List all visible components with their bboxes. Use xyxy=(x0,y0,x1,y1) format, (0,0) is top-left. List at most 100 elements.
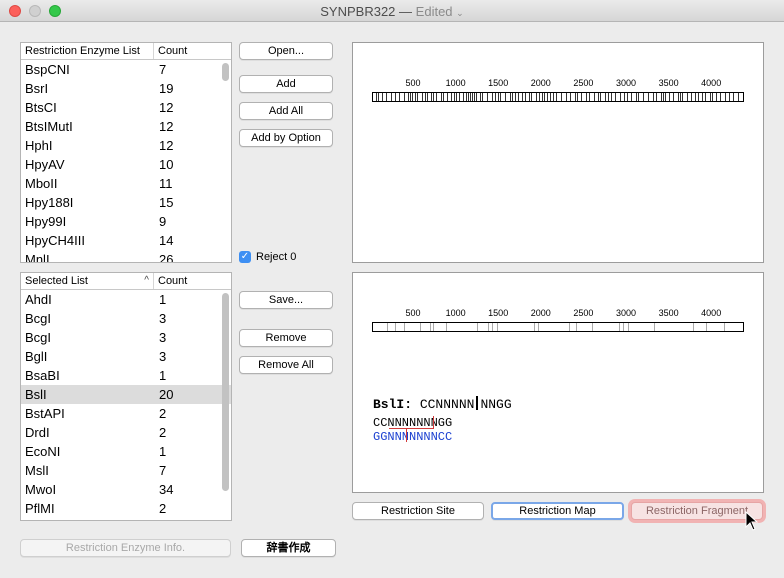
site-marker xyxy=(648,93,649,101)
add-button[interactable]: Add xyxy=(239,75,333,93)
ruler-tick-label: 1000 xyxy=(445,308,466,318)
enzyme-name-cell: BcgI xyxy=(25,311,52,326)
open-button[interactable]: Open... xyxy=(239,42,333,60)
site-marker xyxy=(518,93,519,101)
add-all-button[interactable]: Add All xyxy=(239,102,333,120)
enzyme-name-cell: PflMI xyxy=(25,501,55,516)
table-row[interactable]: DrdI 2 xyxy=(21,423,231,442)
table-row[interactable]: BslI 20 xyxy=(21,385,231,404)
enzyme-name-cell: BsrI xyxy=(25,81,49,96)
table-row[interactable]: BcgI 3 xyxy=(21,328,231,347)
cut-line-top xyxy=(389,428,433,429)
count-cell: 12 xyxy=(159,138,174,153)
site-marker xyxy=(566,93,567,101)
table-row[interactable]: HphI 12 xyxy=(21,136,231,155)
enzyme-name-cell: MboII xyxy=(25,176,58,191)
site-marker xyxy=(615,93,616,101)
enzyme-info-button[interactable]: Restriction Enzyme Info. xyxy=(20,539,231,557)
table-row[interactable]: EcoNI 1 xyxy=(21,442,231,461)
remove-all-button[interactable]: Remove All xyxy=(239,356,333,374)
site-marker xyxy=(611,93,612,101)
site-marker xyxy=(712,93,713,101)
site-marker xyxy=(412,93,413,101)
reject-checkbox[interactable]: ✓ Reject 0 xyxy=(239,251,296,263)
scrollbar-thumb[interactable] xyxy=(222,293,229,491)
ruler-tick-label: 3000 xyxy=(615,78,637,88)
table-row[interactable]: BstAPI 2 xyxy=(21,404,231,423)
table-row[interactable]: BcgI 3 xyxy=(21,309,231,328)
table-header: Restriction Enzyme List Count xyxy=(21,43,231,60)
save-button[interactable]: Save... xyxy=(239,291,333,309)
site-marker xyxy=(382,93,383,101)
restriction-enzyme-table[interactable]: Restriction Enzyme List Count BspCNI 7 Bsr… xyxy=(20,42,232,263)
restriction-map-button[interactable]: Restriction Map xyxy=(491,502,624,520)
pattern-left: CCNNNNN xyxy=(419,397,475,412)
title-bar: SYNPBR322 — Edited ⌄ xyxy=(0,0,784,22)
pattern-right: NNGG xyxy=(480,397,512,412)
window-title[interactable]: SYNPBR322 — Edited ⌄ xyxy=(0,4,784,19)
site-marker xyxy=(391,93,392,101)
table-row[interactable]: BsrI 19 xyxy=(21,79,231,98)
site-marker xyxy=(512,93,513,101)
table-row[interactable]: BglI 3 xyxy=(21,347,231,366)
site-marker xyxy=(654,323,655,331)
remove-button[interactable]: Remove xyxy=(239,329,333,347)
site-marker xyxy=(376,93,377,101)
site-marker xyxy=(477,323,478,331)
site-marker xyxy=(456,93,457,101)
column-header-count[interactable]: Count xyxy=(154,43,187,59)
site-marker xyxy=(561,93,562,101)
table-row[interactable]: BsaBI 1 xyxy=(21,366,231,385)
site-marker xyxy=(515,93,516,101)
table-row[interactable]: BtsCI 12 xyxy=(21,98,231,117)
create-dictionary-button[interactable]: 辞書作成 xyxy=(241,539,336,557)
add-by-option-button[interactable]: Add by Option xyxy=(239,129,333,147)
restriction-site-button[interactable]: Restriction Site xyxy=(352,502,484,520)
site-marker xyxy=(420,323,421,331)
enzyme-name-cell: BsaBI xyxy=(25,368,60,383)
sequence-track[interactable] xyxy=(372,92,744,102)
count-cell: 1 xyxy=(159,444,167,459)
site-marker xyxy=(738,93,739,101)
document-name: SYNPBR322 xyxy=(320,4,396,19)
count-cell: 2 xyxy=(159,425,167,440)
table-row[interactable]: BspCNI 7 xyxy=(21,60,231,79)
site-marker xyxy=(395,323,396,331)
table-row[interactable]: MwoI 34 xyxy=(21,480,231,499)
selected-enzyme-table[interactable]: Selected List ^ Count AhdI 1 BcgI 3 BcgI 3 Bgl… xyxy=(20,272,232,521)
column-header-count[interactable]: Count xyxy=(154,273,187,289)
site-marker xyxy=(575,93,576,101)
table-row[interactable]: HpyAV 10 xyxy=(21,155,231,174)
enzyme-name-cell: DrdI xyxy=(25,425,50,440)
table-row[interactable]: HpyCH4III 14 xyxy=(21,231,231,250)
site-marker xyxy=(716,93,717,101)
count-cell: 12 xyxy=(159,119,174,134)
ruler-tick-label: 500 xyxy=(405,78,421,88)
enzyme-name-cell: BglI xyxy=(25,349,48,364)
table-row[interactable]: MnlI 26 xyxy=(21,250,231,262)
column-header-selected[interactable]: Selected List ^ xyxy=(21,273,154,289)
count-cell: 10 xyxy=(159,157,174,172)
enzyme-name-cell: BtsCI xyxy=(25,100,57,115)
table-row[interactable]: MslI 7 xyxy=(21,461,231,480)
site-marker xyxy=(643,93,644,101)
recognition-site: BslI: CCNNNNN NNGG xyxy=(373,396,512,412)
table-row[interactable]: Hpy188I 15 xyxy=(21,193,231,212)
table-row[interactable]: MboII 11 xyxy=(21,174,231,193)
column-header-enzyme[interactable]: Restriction Enzyme List xyxy=(21,43,154,59)
table-row[interactable]: PflMI 2 xyxy=(21,499,231,518)
scrollbar-thumb[interactable] xyxy=(222,63,229,81)
site-marker xyxy=(408,93,409,101)
site-marker xyxy=(569,323,570,331)
site-marker xyxy=(553,93,554,101)
count-cell: 9 xyxy=(159,214,167,229)
sequence-track[interactable] xyxy=(372,322,744,332)
enzyme-name-cell: HpyCH4III xyxy=(25,233,85,248)
enzyme-name-cell: AhdI xyxy=(25,292,52,307)
site-marker xyxy=(492,323,493,331)
site-marker xyxy=(433,323,434,331)
table-row[interactable]: AhdI 1 xyxy=(21,290,231,309)
table-row[interactable]: Hpy99I 9 xyxy=(21,212,231,231)
table-row[interactable]: BtsIMutI 12 xyxy=(21,117,231,136)
restriction-fragment-button[interactable]: Restriction Fragment xyxy=(631,502,763,520)
